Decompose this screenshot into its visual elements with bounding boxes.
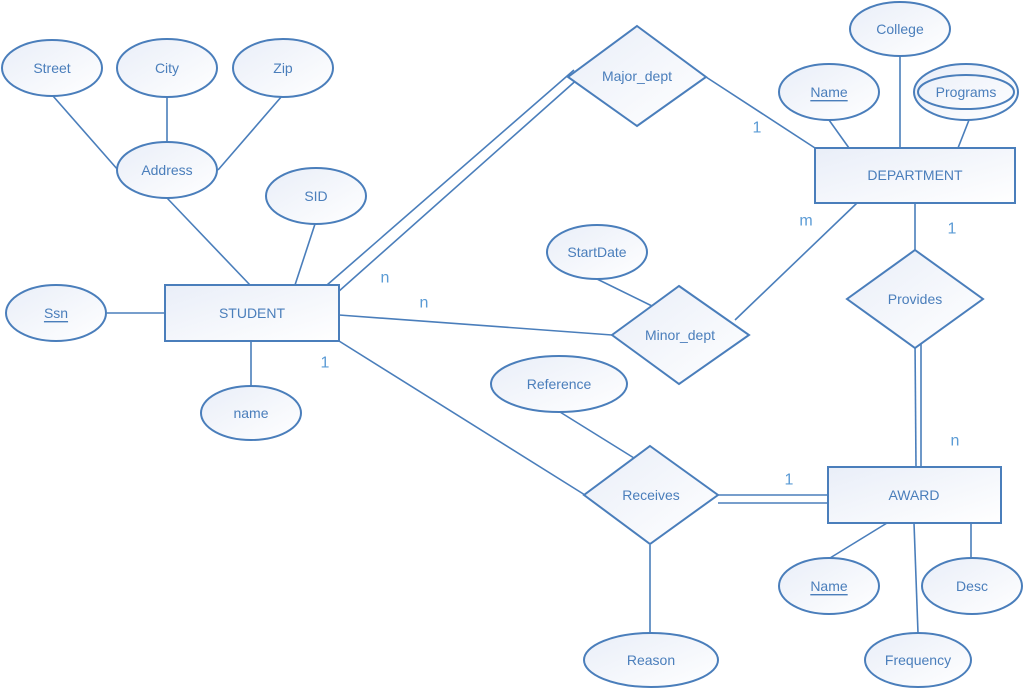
cardinality-student-receives: 1 bbox=[321, 355, 330, 372]
attribute-frequency[interactable]: Frequency bbox=[864, 632, 972, 688]
attribute-reference[interactable]: Reference bbox=[490, 355, 628, 413]
edge-street-address bbox=[52, 95, 119, 171]
cardinality-department-minor: m bbox=[799, 213, 812, 230]
relationship-receives[interactable]: Receives bbox=[582, 444, 720, 546]
attribute-startdate-label: StartDate bbox=[567, 244, 626, 260]
attribute-reason[interactable]: Reason bbox=[583, 632, 719, 688]
cardinality-department-major: 1 bbox=[753, 120, 762, 137]
attribute-street-label: Street bbox=[33, 60, 70, 76]
attribute-programs[interactable]: Programs bbox=[913, 63, 1019, 121]
edge-dept-name-department bbox=[828, 119, 850, 149]
attribute-college[interactable]: College bbox=[849, 1, 951, 57]
relationship-receives-label: Receives bbox=[622, 487, 680, 503]
edge-sid-student bbox=[294, 223, 316, 286]
relationship-major-dept-label: Major_dept bbox=[602, 68, 672, 84]
entity-award-label: AWARD bbox=[888, 487, 939, 503]
cardinality-award-receives: 1 bbox=[785, 472, 794, 489]
cardinality-department-provides: 1 bbox=[948, 221, 957, 238]
edge-reference-receives bbox=[559, 411, 635, 459]
attribute-reason-label: Reason bbox=[627, 652, 675, 668]
attribute-programs-label: Programs bbox=[936, 84, 997, 100]
cardinality-student-minor: n bbox=[420, 295, 429, 312]
attribute-startdate[interactable]: StartDate bbox=[546, 224, 648, 280]
relationship-major-dept[interactable]: Major_dept bbox=[566, 24, 708, 128]
edge-student-major-dept-inner bbox=[337, 76, 581, 293]
edge-programs-department bbox=[957, 119, 970, 149]
relationship-minor-dept-label: Minor_dept bbox=[645, 327, 715, 343]
cardinality-award-provides: n bbox=[951, 433, 960, 450]
attribute-dept-name[interactable]: Name bbox=[778, 63, 880, 121]
attribute-student-name[interactable]: name bbox=[200, 385, 302, 441]
attribute-award-name-label: Name bbox=[810, 578, 848, 594]
attribute-street[interactable]: Street bbox=[1, 39, 103, 97]
entity-department-label: DEPARTMENT bbox=[867, 167, 963, 183]
attribute-address-label: Address bbox=[141, 162, 192, 178]
connectors bbox=[52, 56, 972, 634]
edge-student-minor-dept bbox=[338, 314, 613, 336]
attribute-dept-name-label: Name bbox=[810, 84, 848, 100]
attribute-reference-label: Reference bbox=[527, 376, 592, 392]
attribute-sid-label: SID bbox=[304, 188, 327, 204]
relationship-provides-label: Provides bbox=[888, 291, 942, 307]
entity-student[interactable]: STUDENT bbox=[164, 284, 340, 342]
edge-student-major-dept-outer bbox=[326, 69, 575, 286]
cardinality-student-major: n bbox=[381, 270, 390, 287]
attribute-ssn-label: Ssn bbox=[44, 305, 68, 321]
attribute-award-name[interactable]: Name bbox=[778, 557, 880, 615]
attribute-desc[interactable]: Desc bbox=[921, 557, 1023, 615]
er-diagram: STUDENT DEPARTMENT AWARD Major_dept Mino… bbox=[1, 1, 1023, 688]
attribute-city-label: City bbox=[155, 60, 179, 76]
edge-zip-address bbox=[217, 95, 283, 171]
attribute-desc-label: Desc bbox=[956, 578, 988, 594]
edge-address-student bbox=[166, 197, 251, 286]
attribute-city[interactable]: City bbox=[116, 38, 218, 98]
edge-startdate-minor-dept bbox=[596, 278, 653, 307]
relationship-minor-dept[interactable]: Minor_dept bbox=[610, 284, 751, 386]
entity-department[interactable]: DEPARTMENT bbox=[814, 147, 1016, 204]
attribute-address[interactable]: Address bbox=[116, 141, 218, 199]
attribute-zip[interactable]: Zip bbox=[232, 38, 334, 98]
attribute-ssn[interactable]: Ssn bbox=[5, 284, 107, 342]
attribute-frequency-label: Frequency bbox=[885, 652, 951, 668]
attribute-zip-label: Zip bbox=[273, 60, 293, 76]
attribute-student-name-label: name bbox=[233, 405, 268, 421]
attribute-sid[interactable]: SID bbox=[265, 167, 367, 225]
edge-provides-award-outer bbox=[914, 339, 917, 468]
edge-frequency-award bbox=[913, 522, 919, 634]
entity-award[interactable]: AWARD bbox=[827, 466, 1002, 524]
attribute-college-label: College bbox=[876, 21, 924, 37]
edge-minor-dept-department bbox=[734, 202, 858, 321]
edge-award-name-award bbox=[829, 522, 888, 559]
relationship-provides[interactable]: Provides bbox=[845, 248, 985, 350]
entity-student-label: STUDENT bbox=[219, 305, 286, 321]
